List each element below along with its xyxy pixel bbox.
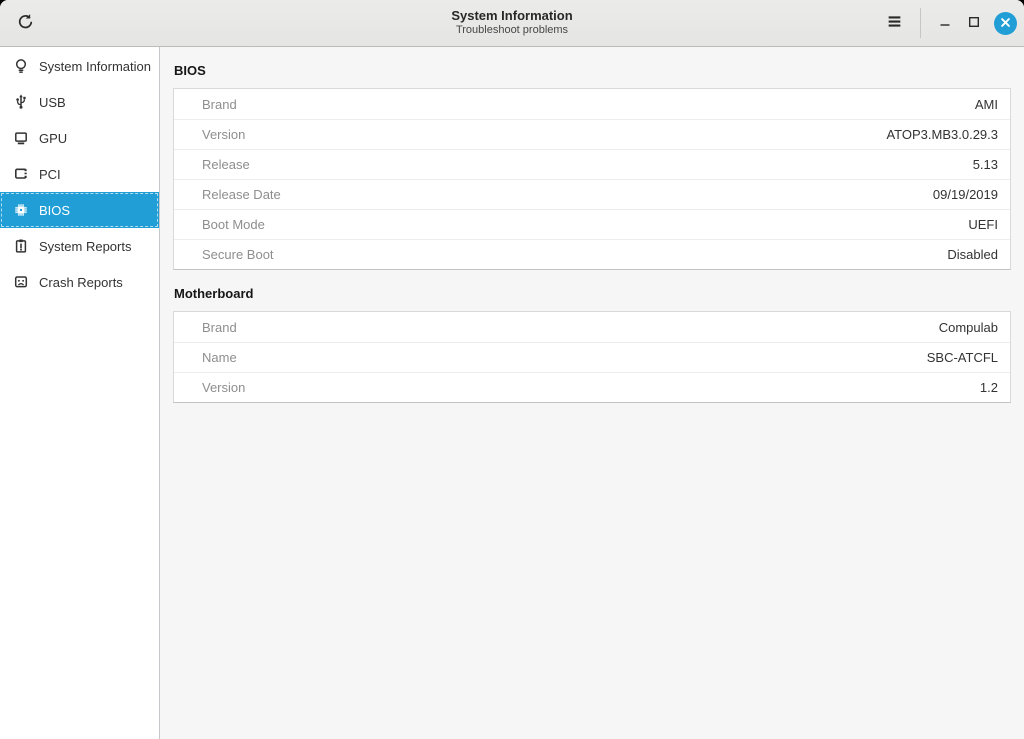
row-label: Brand [202,97,237,112]
row-value: AMI [975,97,998,112]
pci-card-icon [12,166,29,183]
row-value: 09/19/2019 [933,187,998,202]
sidebar: System Information USB GPU PCI BIOS Syst… [0,47,160,739]
row-label: Brand [202,320,237,335]
maximize-button[interactable] [961,10,987,36]
sidebar-item-pci[interactable]: PCI [0,156,159,192]
close-icon [1000,16,1011,31]
row-label: Release [202,157,250,172]
main-content: BIOS Brand AMI Version ATOP3.MB3.0.29.3 … [160,47,1024,739]
section-title: BIOS [174,61,1011,80]
row-value: ATOP3.MB3.0.29.3 [886,127,998,142]
sidebar-item-label: PCI [39,167,61,182]
refresh-icon [16,12,35,34]
display-icon [12,130,29,147]
sidebar-item-gpu[interactable]: GPU [0,120,159,156]
sidebar-item-system-reports[interactable]: System Reports [0,228,159,264]
table-row-boot-mode: Boot Mode UEFI [174,209,1010,239]
close-button[interactable] [994,12,1017,35]
refresh-button[interactable] [10,8,40,38]
window-title: System Information [451,8,572,24]
app-window: System Information Troubleshoot problems [0,0,1024,739]
window-title-stack: System Information Troubleshoot problems [451,8,572,38]
table-row-version: Version ATOP3.MB3.0.29.3 [174,119,1010,149]
maximize-icon [968,16,980,31]
sidebar-item-usb[interactable]: USB [0,84,159,120]
minimize-button[interactable] [932,10,958,36]
window-subtitle: Troubleshoot problems [451,24,572,38]
row-value: 1.2 [980,380,998,395]
sidebar-item-label: System Information [39,59,151,74]
table-row-secure-boot: Secure Boot Disabled [174,239,1010,269]
row-value: Compulab [939,320,998,335]
row-label: Release Date [202,187,281,202]
table-row-release: Release 5.13 [174,149,1010,179]
row-label: Secure Boot [202,247,274,262]
clipboard-alert-icon [12,238,29,255]
section-title: Motherboard [174,284,1011,303]
sidebar-item-label: System Reports [39,239,131,254]
table-row-brand: Brand Compulab [174,312,1010,342]
usb-icon [12,94,29,111]
chip-icon [12,202,29,219]
info-table: Brand AMI Version ATOP3.MB3.0.29.3 Relea… [173,88,1011,270]
crash-face-icon [12,274,29,291]
row-label: Version [202,380,245,395]
window-body: System Information USB GPU PCI BIOS Syst… [0,47,1024,739]
info-table: Brand Compulab Name SBC-ATCFL Version 1.… [173,311,1011,403]
sidebar-item-system-information[interactable]: System Information [0,48,159,84]
window-controls [879,0,1017,46]
row-label: Name [202,350,237,365]
sidebar-item-crash-reports[interactable]: Crash Reports [0,264,159,300]
sidebar-item-label: Crash Reports [39,275,123,290]
section-bios: BIOS Brand AMI Version ATOP3.MB3.0.29.3 … [173,61,1011,270]
table-row-version: Version 1.2 [174,372,1010,402]
minimize-icon [939,16,951,31]
table-row-release-date: Release Date 09/19/2019 [174,179,1010,209]
row-value: 5.13 [973,157,998,172]
row-value: UEFI [968,217,998,232]
row-value: SBC-ATCFL [927,350,998,365]
row-value: Disabled [947,247,998,262]
header-separator [920,8,921,38]
table-row-name: Name SBC-ATCFL [174,342,1010,372]
sidebar-item-label: BIOS [39,203,70,218]
sidebar-item-label: USB [39,95,66,110]
section-motherboard: Motherboard Brand Compulab Name SBC-ATCF… [173,284,1011,403]
table-row-brand: Brand AMI [174,89,1010,119]
row-label: Version [202,127,245,142]
headerbar: System Information Troubleshoot problems [0,0,1024,47]
sidebar-item-label: GPU [39,131,67,146]
sidebar-item-bios[interactable]: BIOS [0,192,159,228]
row-label: Boot Mode [202,217,265,232]
lightbulb-icon [12,58,29,75]
hamburger-menu-icon [886,13,903,33]
hamburger-menu-button[interactable] [879,8,909,38]
